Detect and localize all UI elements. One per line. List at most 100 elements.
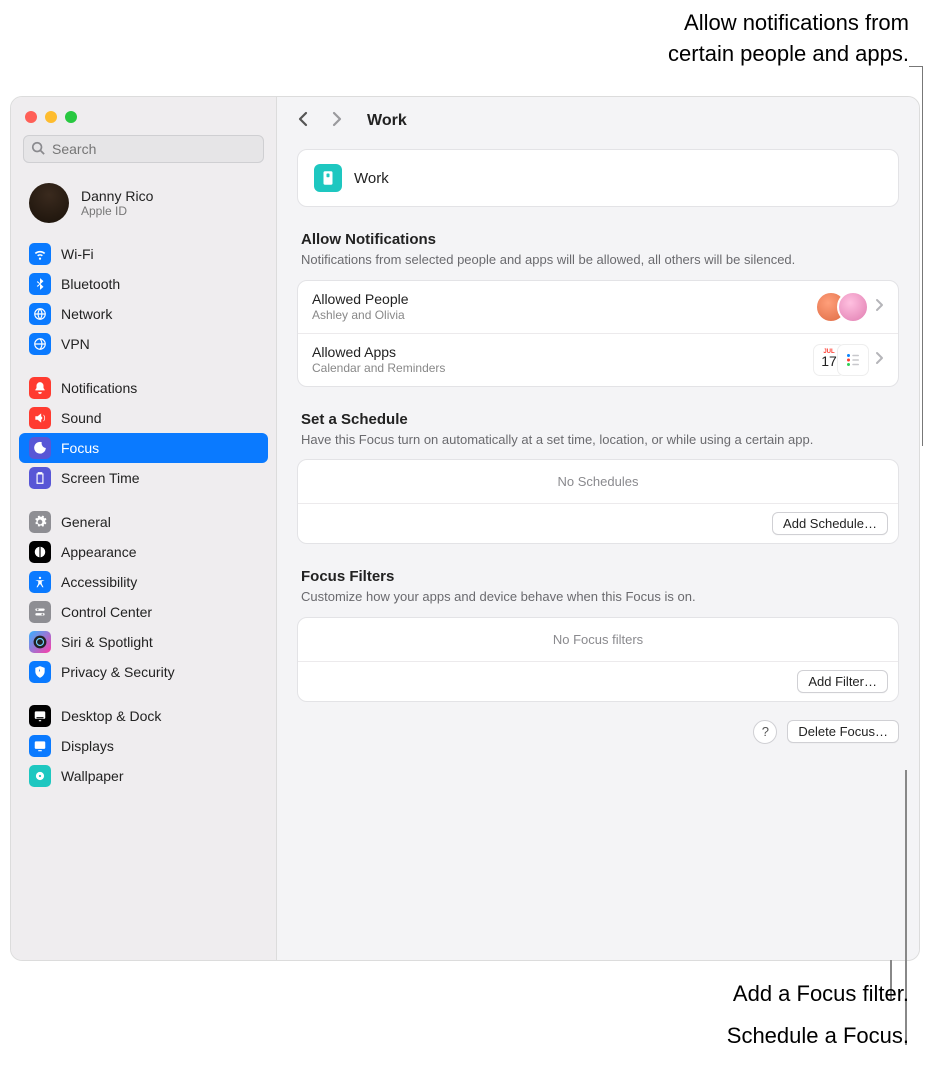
focus-name: Work bbox=[354, 170, 389, 187]
focus-icon bbox=[314, 164, 342, 192]
notifications-icon bbox=[29, 377, 51, 399]
allowed-apps-sub: Calendar and Reminders bbox=[312, 361, 813, 375]
sidebar-item-label: Focus bbox=[61, 440, 99, 456]
displays-icon bbox=[29, 735, 51, 757]
desktop-dock-icon bbox=[29, 705, 51, 727]
sidebar-item-displays[interactable]: Displays bbox=[19, 731, 268, 761]
sidebar-item-label: General bbox=[61, 514, 111, 530]
sidebar-navigation: Wi-Fi Bluetooth Network VPN Notifications Sou… bbox=[11, 239, 276, 813]
back-button[interactable] bbox=[297, 110, 309, 133]
sidebar-item-desktop-dock[interactable]: Desktop & Dock bbox=[19, 701, 268, 731]
sidebar-item-wi-fi[interactable]: Wi-Fi bbox=[19, 239, 268, 269]
sidebar-item-label: Appearance bbox=[61, 544, 137, 560]
sidebar-item-control-center[interactable]: Control Center bbox=[19, 597, 268, 627]
fullscreen-button[interactable] bbox=[65, 111, 77, 123]
search-input[interactable] bbox=[23, 135, 264, 163]
forward-button[interactable] bbox=[331, 110, 343, 133]
allowed-people-row[interactable]: Allowed People Ashley and Olivia bbox=[298, 281, 898, 334]
schedule-empty: No Schedules bbox=[298, 460, 898, 504]
add-filter-button[interactable]: Add Filter… bbox=[797, 670, 888, 693]
control-center-icon bbox=[29, 601, 51, 623]
allowed-apps-row[interactable]: Allowed Apps Calendar and Reminders JUL … bbox=[298, 334, 898, 386]
sidebar-item-label: Displays bbox=[61, 738, 114, 754]
toolbar: Work bbox=[277, 97, 919, 145]
sidebar-item-accessibility[interactable]: Accessibility bbox=[19, 567, 268, 597]
search-field[interactable] bbox=[23, 135, 264, 163]
focus-icon bbox=[29, 437, 51, 459]
window-controls bbox=[11, 105, 276, 129]
privacy-security-icon bbox=[29, 661, 51, 683]
minimize-button[interactable] bbox=[45, 111, 57, 123]
sidebar-item-label: Bluetooth bbox=[61, 276, 120, 292]
sidebar-item-bluetooth[interactable]: Bluetooth bbox=[19, 269, 268, 299]
sidebar-item-general[interactable]: General bbox=[19, 507, 268, 537]
sidebar-item-label: Privacy & Security bbox=[61, 664, 175, 680]
chevron-right-icon bbox=[875, 297, 884, 317]
allowed-people-title: Allowed People bbox=[312, 291, 815, 307]
vpn-icon bbox=[29, 333, 51, 355]
sidebar-item-notifications[interactable]: Notifications bbox=[19, 373, 268, 403]
app-icons: JUL 17 bbox=[813, 344, 869, 376]
sidebar-item-appearance[interactable]: Appearance bbox=[19, 537, 268, 567]
close-button[interactable] bbox=[25, 111, 37, 123]
avatar-olivia bbox=[837, 291, 869, 323]
annotation-add-filter: Add a Focus filter. bbox=[733, 979, 909, 1010]
avatar bbox=[29, 183, 69, 223]
search-icon bbox=[31, 141, 45, 160]
help-button[interactable]: ? bbox=[753, 720, 777, 744]
sidebar: Danny Rico Apple ID Wi-Fi Bluetooth Networ… bbox=[11, 97, 277, 960]
schedule-title: Set a Schedule bbox=[297, 411, 899, 428]
annotation-allow-notifications: Allow notifications from certain people … bbox=[668, 8, 909, 70]
filters-empty: No Focus filters bbox=[298, 618, 898, 662]
sidebar-item-privacy-security[interactable]: Privacy & Security bbox=[19, 657, 268, 687]
sidebar-item-label: Notifications bbox=[61, 380, 137, 396]
sidebar-item-label: Wi-Fi bbox=[61, 246, 94, 262]
bluetooth-icon bbox=[29, 273, 51, 295]
sidebar-item-siri-spotlight[interactable]: Siri & Spotlight bbox=[19, 627, 268, 657]
reminders-app-icon bbox=[837, 344, 869, 376]
footer-row: ? Delete Focus… bbox=[297, 720, 899, 744]
sidebar-item-label: Network bbox=[61, 306, 112, 322]
sidebar-item-vpn[interactable]: VPN bbox=[19, 329, 268, 359]
allow-desc: Notifications from selected people and a… bbox=[297, 248, 899, 280]
general-icon bbox=[29, 511, 51, 533]
schedule-desc: Have this Focus turn on automatically at… bbox=[297, 428, 899, 460]
page-title: Work bbox=[367, 112, 407, 130]
chevron-right-icon bbox=[875, 350, 884, 370]
sidebar-item-focus[interactable]: Focus bbox=[19, 433, 268, 463]
filters-title: Focus Filters bbox=[297, 568, 899, 585]
filters-section: Focus Filters Customize how your apps an… bbox=[297, 568, 899, 702]
account-row[interactable]: Danny Rico Apple ID bbox=[11, 171, 276, 239]
sidebar-item-label: Sound bbox=[61, 410, 101, 426]
main-pane: Work Work Allow Notifications Notificati… bbox=[277, 97, 919, 960]
sidebar-item-label: Siri & Spotlight bbox=[61, 634, 153, 650]
settings-window: Danny Rico Apple ID Wi-Fi Bluetooth Networ… bbox=[10, 96, 920, 961]
siri-spotlight-icon bbox=[29, 631, 51, 653]
sidebar-item-network[interactable]: Network bbox=[19, 299, 268, 329]
wallpaper-icon bbox=[29, 765, 51, 787]
sidebar-item-label: Accessibility bbox=[61, 574, 137, 590]
account-subtitle: Apple ID bbox=[81, 204, 153, 218]
allow-notifications-section: Allow Notifications Notifications from s… bbox=[297, 231, 899, 387]
sidebar-item-label: Screen Time bbox=[61, 470, 140, 486]
people-avatars bbox=[815, 291, 869, 323]
focus-header-card[interactable]: Work bbox=[297, 149, 899, 207]
delete-focus-button[interactable]: Delete Focus… bbox=[787, 720, 899, 743]
network-icon bbox=[29, 303, 51, 325]
allowed-people-sub: Ashley and Olivia bbox=[312, 308, 815, 322]
sidebar-item-sound[interactable]: Sound bbox=[19, 403, 268, 433]
add-schedule-button[interactable]: Add Schedule… bbox=[772, 512, 888, 535]
account-name: Danny Rico bbox=[81, 188, 153, 204]
sidebar-item-label: Desktop & Dock bbox=[61, 708, 161, 724]
sidebar-item-label: Wallpaper bbox=[61, 768, 124, 784]
allow-title: Allow Notifications bbox=[297, 231, 899, 248]
schedule-section: Set a Schedule Have this Focus turn on a… bbox=[297, 411, 899, 545]
allowed-apps-title: Allowed Apps bbox=[312, 344, 813, 360]
sidebar-item-wallpaper[interactable]: Wallpaper bbox=[19, 761, 268, 791]
filters-desc: Customize how your apps and device behav… bbox=[297, 585, 899, 617]
sound-icon bbox=[29, 407, 51, 429]
screen-time-icon bbox=[29, 467, 51, 489]
sidebar-item-screen-time[interactable]: Screen Time bbox=[19, 463, 268, 493]
sidebar-item-label: Control Center bbox=[61, 604, 152, 620]
wi-fi-icon bbox=[29, 243, 51, 265]
